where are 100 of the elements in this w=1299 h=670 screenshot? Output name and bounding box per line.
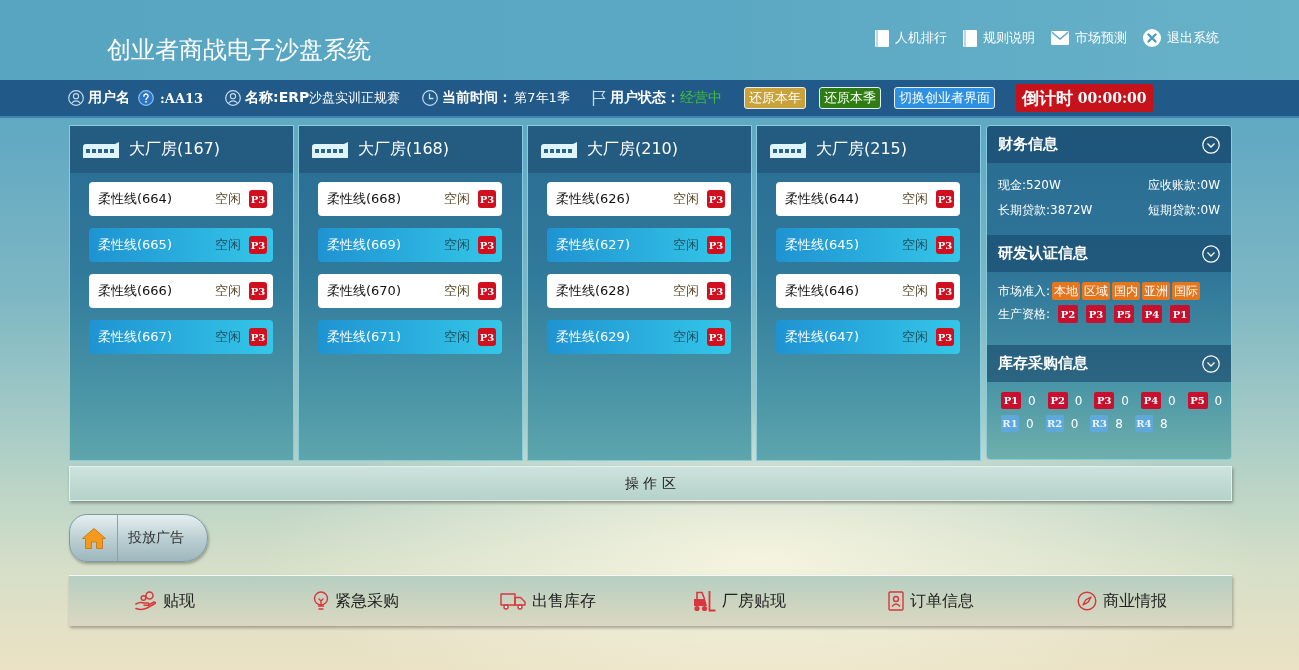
stock-count: 0 [1214,393,1223,408]
line-name: 柔性线(627) [556,236,631,254]
material-badge: R4 [1134,415,1153,432]
status-label: 用户状态： [609,89,680,107]
section-header[interactable]: 研发认证信息 [987,235,1231,272]
certification-label: 市场准入: [998,282,1051,300]
toolbar-button[interactable]: 商业情报 [1077,590,1168,612]
contact-card-icon [887,591,904,611]
chevron-circle-icon[interactable] [1202,354,1220,373]
factory-building-icon [541,141,577,158]
line-name: 柔性线(647) [785,328,860,346]
product-badge: P3 [1086,305,1107,323]
product-badge: P3 [707,190,725,208]
product-badge: P5 [1114,305,1135,323]
product-badge: P2 [1047,392,1068,409]
production-line-row[interactable]: 柔性线(671) 空闲 P3 [318,320,502,354]
product-badge: P3 [1094,392,1115,409]
production-line-row[interactable]: 柔性线(667) 空闲 P3 [89,320,273,354]
product-badge: P4 [1140,392,1161,409]
stock-count: 0 [1026,416,1034,431]
line-name: 柔性线(629) [556,328,631,346]
product-badge: P5 [1187,392,1208,409]
production-line-row[interactable]: 柔性线(664) 空闲 P3 [89,182,273,216]
section-title: 研发认证信息 [998,244,1088,263]
production-line-row[interactable]: 柔性线(627) 空闲 P3 [547,228,731,262]
action-button[interactable]: 还原本季 [818,87,881,109]
line-status: 空闲 [902,282,928,300]
operation-area-header: 操 作 区 [69,466,1232,501]
stock-count: 8 [1159,416,1168,431]
product-badge: P2 [1058,305,1079,323]
toolbar-button[interactable]: 贴现 [134,590,195,612]
line-name: 柔性线(670) [327,282,402,300]
compass-icon [1077,591,1098,611]
line-name: 柔性线(645) [785,236,860,254]
market-tag: 亚洲 [1142,282,1171,300]
production-line-row[interactable]: 柔性线(665) 空闲 P3 [89,228,273,262]
system-title: 创业者商战电子沙盘系统 [107,35,371,66]
product-badge: P3 [249,190,267,208]
finance-item: 短期贷款:0W [1147,202,1220,219]
user-icon [68,90,84,106]
line-name: 柔性线(669) [327,236,402,254]
time-label: 当前时间： [442,89,513,107]
chevron-circle-icon[interactable] [1202,135,1220,154]
production-line-row[interactable]: 柔性线(628) 空闲 P3 [547,274,731,308]
line-status: 空闲 [215,190,241,208]
forklift-icon [692,590,717,612]
product-badge: P3 [478,282,496,300]
market-tag: 国内 [1112,282,1141,300]
production-line-row[interactable]: 柔性线(644) 空闲 P3 [776,182,960,216]
product-badge: P3 [707,236,725,254]
product-badge: P3 [478,190,496,208]
stock-count: 0 [1074,393,1083,408]
production-line-row[interactable]: 柔性线(666) 空闲 P3 [89,274,273,308]
house-icon [81,527,106,549]
toolbar-button[interactable]: 厂房贴现 [692,590,787,612]
material-badge: R1 [1001,415,1019,432]
chevron-circle-icon[interactable] [1202,244,1220,263]
user-label: 用户名 [88,89,130,107]
lightbulb-icon [313,591,330,611]
product-badge: P3 [936,190,954,208]
status-value: 经营中 [679,89,722,107]
stock-count: 0 [1167,393,1176,408]
help-icon[interactable] [138,90,154,106]
line-status: 空闲 [673,190,699,208]
factory-title: 大厂房(168) [358,139,450,160]
toolbar-button[interactable]: 订单信息 [887,590,974,612]
product-badge: P3 [249,282,267,300]
product-badge: P1 [1001,392,1021,409]
factory-building-icon [312,141,348,158]
product-badge: P3 [478,236,496,254]
section-header[interactable]: 财务信息 [987,126,1231,163]
toolbar-button[interactable]: 出售库存 [499,590,596,612]
production-line-row[interactable]: 柔性线(647) 空闲 P3 [776,320,960,354]
product-badge: P4 [1142,305,1163,323]
user-value: :AA13 [160,90,204,106]
toolbar-button[interactable]: 紧急采购 [313,590,400,612]
factory-title: 大厂房(167) [129,139,221,160]
production-line-row[interactable]: 柔性线(670) 空闲 P3 [318,274,502,308]
line-status: 空闲 [444,328,470,346]
section-header[interactable]: 库存采购信息 [987,345,1231,382]
production-line-row[interactable]: 柔性线(645) 空闲 P3 [776,228,960,262]
user-icon [225,90,242,106]
factory-title: 大厂房(210) [587,139,679,160]
envelope-icon [1051,31,1069,45]
product-badge: P3 [249,236,267,254]
product-badge: P3 [707,282,725,300]
advertise-button[interactable]: 投放广告 [69,514,208,562]
line-name: 柔性线(671) [327,328,402,346]
production-line-row[interactable]: 柔性线(668) 空闲 P3 [318,182,502,216]
contest-name: 名称:ERP沙盘实训正规赛 [245,89,401,107]
production-line-row[interactable]: 柔性线(629) 空闲 P3 [547,320,731,354]
finance-item: 长期贷款:3872W [998,202,1094,219]
production-line-row[interactable]: 柔性线(626) 空闲 P3 [547,182,731,216]
production-line-row[interactable]: 柔性线(669) 空闲 P3 [318,228,502,262]
countdown-value: 00:00:00 [1077,90,1147,106]
section-title: 库存采购信息 [998,354,1088,373]
flag-icon [591,90,606,106]
production-line-row[interactable]: 柔性线(646) 空闲 P3 [776,274,960,308]
line-status: 空闲 [215,328,241,346]
clock-icon [422,90,439,106]
